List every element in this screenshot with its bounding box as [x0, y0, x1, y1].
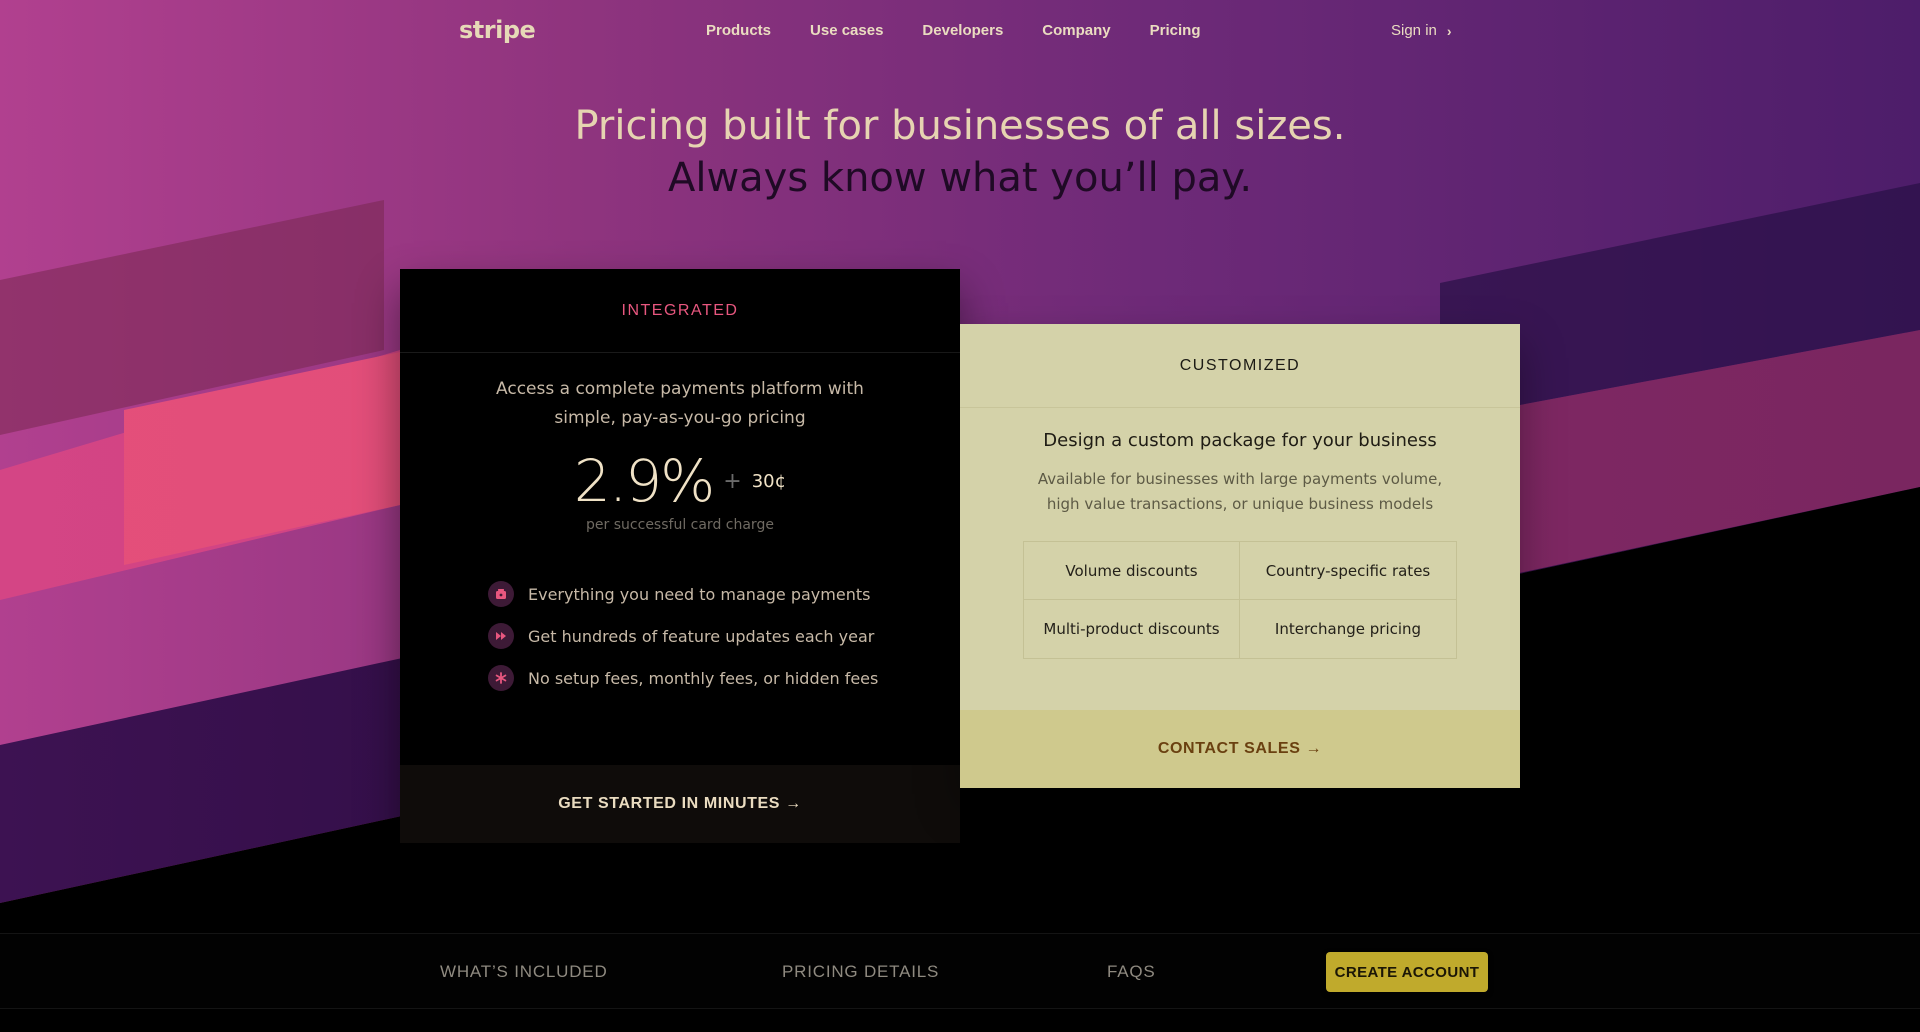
option-multi-product-discounts: Multi-product discounts — [1024, 600, 1240, 658]
wallet-icon — [488, 581, 514, 607]
top-nav: stripe Products Use cases Developers Com… — [0, 0, 1920, 64]
tab-pricing-details[interactable]: PRICING DETAILS — [782, 962, 939, 982]
customized-label: CUSTOMIZED — [1179, 356, 1301, 374]
option-interchange-pricing: Interchange pricing — [1274, 620, 1422, 638]
hero-line-1: Pricing built for businesses of all size… — [574, 103, 1346, 149]
list-item: Everything you need to manage payments — [488, 573, 960, 615]
get-started-label: GET STARTED IN MINUTES → — [558, 795, 802, 812]
option-country-specific-rates: Country-specific rates — [1240, 542, 1456, 600]
asterisk-icon — [488, 665, 514, 691]
customized-description-line: high value transactions, or unique busin… — [1046, 495, 1434, 513]
feature-text: Get hundreds of feature updates each yea… — [528, 626, 875, 646]
customized-description-line: Available for businesses with large paym… — [1037, 470, 1443, 488]
integrated-description-line: simple, pay-as-you-go pricing — [554, 408, 806, 428]
sign-in-link[interactable]: Sign in › — [1391, 22, 1452, 39]
page: stripe Products Use cases Developers Com… — [0, 0, 1920, 1032]
nav-link-developers[interactable]: Developers — [922, 22, 1003, 39]
percentage-price: 2.9% — [573, 447, 715, 515]
hero-heading: Pricing built for businesses of all size… — [0, 100, 1920, 204]
chevron-right-icon: › — [1446, 22, 1452, 39]
option-volume-discounts: Volume discounts — [1024, 542, 1240, 600]
nav-links: Products Use cases Developers Company Pr… — [706, 22, 1240, 39]
feature-list: Everything you need to manage payments G… — [400, 573, 960, 699]
contact-sales-label: CONTACT SALES → — [1157, 740, 1323, 757]
create-account-button[interactable]: CREATE ACCOUNT — [1326, 952, 1488, 992]
list-item: No setup fees, monthly fees, or hidden f… — [488, 657, 960, 699]
card-header: INTEGRATED — [400, 269, 960, 353]
feature-text: Everything you need to manage payments — [528, 584, 871, 604]
get-started-button[interactable]: GET STARTED IN MINUTES → — [400, 765, 960, 843]
integrated-description: Access a complete payments platform with… — [400, 375, 960, 433]
hero-line-2: Always know what you’ll pay. — [667, 155, 1253, 201]
price-row: 2.9% + 30¢ — [400, 447, 960, 515]
customized-title: Design a custom package for your busines… — [1043, 430, 1437, 451]
tab-whats-included[interactable]: WHAT’S INCLUDED — [440, 962, 608, 982]
stripe-logo[interactable]: stripe — [459, 16, 536, 44]
create-account-label: CREATE ACCOUNT — [1334, 963, 1480, 981]
list-item: Get hundreds of feature updates each yea… — [488, 615, 960, 657]
customized-pricing-card: CUSTOMIZED Design a custom package for y… — [960, 324, 1520, 788]
nav-link-use-cases[interactable]: Use cases — [810, 22, 883, 39]
custom-options-grid: Volume discounts Country-specific rates … — [1023, 541, 1457, 659]
plus-sign: + — [723, 468, 742, 494]
integrated-label: INTEGRATED — [621, 301, 739, 319]
section-nav-bar: WHAT’S INCLUDED PRICING DETAILS FAQS CRE… — [0, 933, 1920, 1009]
nav-link-products[interactable]: Products — [706, 22, 771, 39]
feature-text: No setup fees, monthly fees, or hidden f… — [528, 668, 879, 688]
integrated-description-line: Access a complete payments platform with — [496, 379, 864, 399]
fast-forward-icon — [488, 623, 514, 649]
sign-in-label: Sign in — [1391, 22, 1437, 39]
fixed-fee: 30¢ — [751, 470, 787, 492]
price-note: per successful card charge — [586, 517, 774, 533]
card-header: CUSTOMIZED — [960, 324, 1520, 408]
nav-link-pricing[interactable]: Pricing — [1150, 22, 1201, 39]
tab-faqs[interactable]: FAQS — [1107, 962, 1156, 982]
nav-link-company[interactable]: Company — [1042, 22, 1110, 39]
customized-description: Available for businesses with large paym… — [960, 467, 1520, 517]
contact-sales-button[interactable]: CONTACT SALES → — [960, 710, 1520, 788]
integrated-pricing-card: INTEGRATED Access a complete payments pl… — [400, 269, 960, 843]
